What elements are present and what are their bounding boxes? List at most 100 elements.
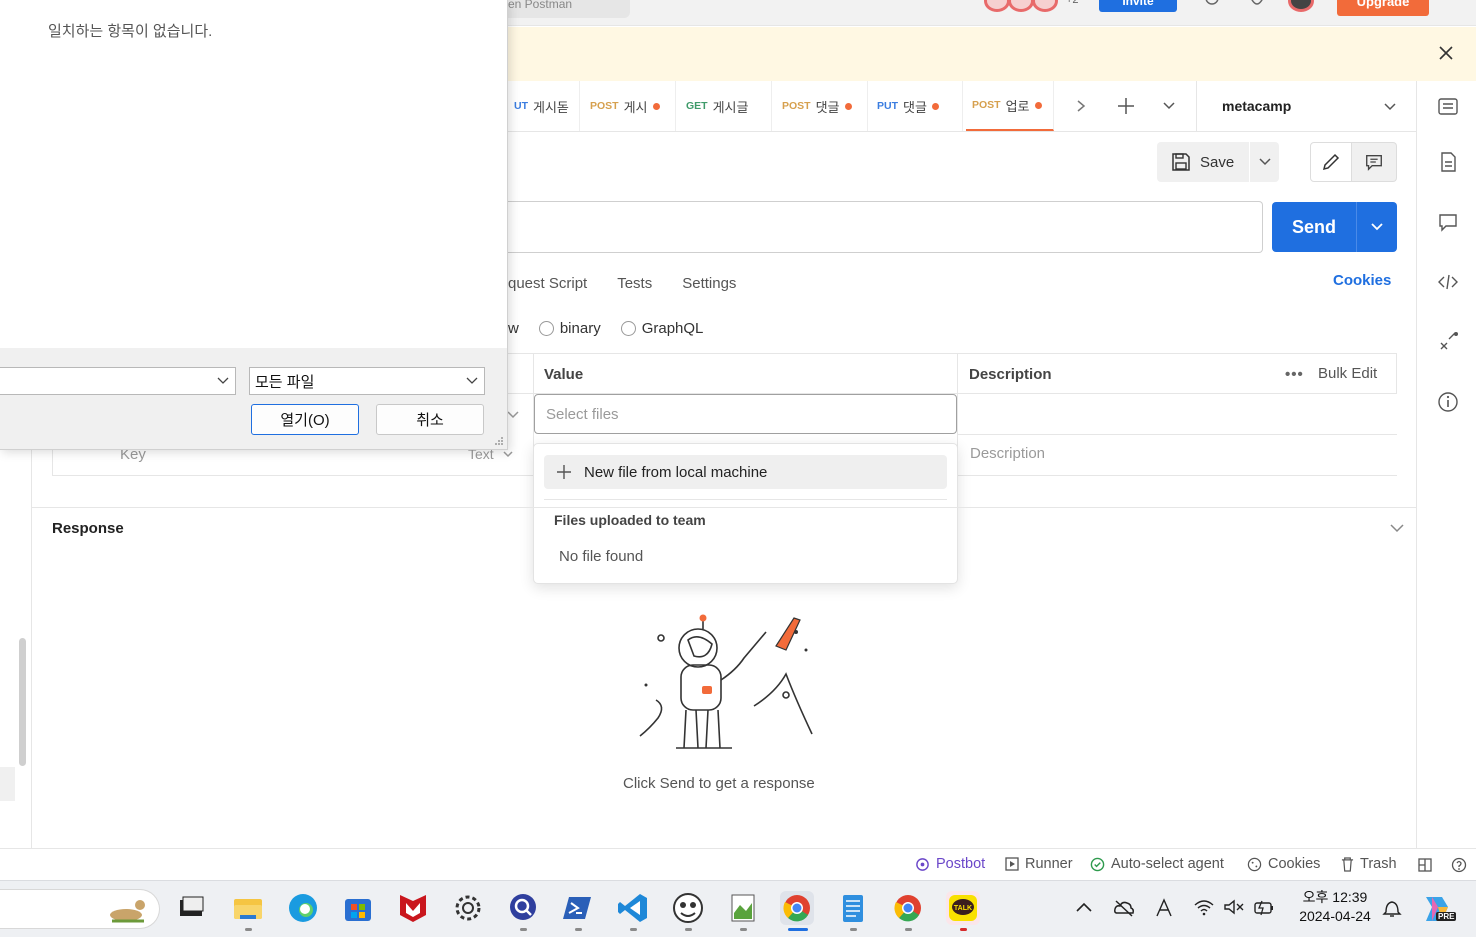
scrollbar[interactable]	[19, 638, 26, 766]
notepad-icon[interactable]	[836, 891, 870, 925]
tab-request[interactable]: POST 댓글	[776, 81, 868, 131]
send-button[interactable]: Send	[1272, 202, 1356, 252]
save-options-button[interactable]	[1250, 142, 1279, 182]
sidebar-item[interactable]	[0, 767, 15, 801]
app-indicator	[245, 928, 252, 931]
runner-button[interactable]: Runner	[1005, 856, 1073, 872]
vscode-icon[interactable]	[616, 891, 650, 925]
file-type-value: 모든 파일	[255, 373, 315, 391]
cancel-button[interactable]: 취소	[376, 404, 484, 435]
tab-request[interactable]: PUT 댓글	[871, 81, 963, 131]
cookies-button[interactable]: Cookies	[1247, 856, 1320, 872]
file-explorer-icon[interactable]	[231, 891, 265, 925]
code-icon[interactable]	[1437, 271, 1459, 293]
tab-label: 댓글	[903, 99, 927, 115]
layout-icon[interactable]	[1418, 858, 1432, 872]
search-app-icon[interactable]	[506, 891, 540, 925]
cookies-link[interactable]: Cookies	[1333, 272, 1391, 289]
copilot-icon[interactable]: PRE	[1420, 893, 1457, 925]
battery-icon[interactable]	[1253, 898, 1275, 916]
pane-divider[interactable]	[32, 507, 1416, 508]
environment-select[interactable]: metacamp	[1196, 81, 1416, 132]
powershell-icon[interactable]	[561, 891, 595, 925]
comments-button[interactable]	[1352, 142, 1397, 182]
filename-input[interactable]	[0, 367, 236, 395]
app-indicator	[740, 928, 747, 931]
bell-icon[interactable]	[1248, 0, 1266, 8]
invite-button[interactable]: Invite	[1099, 0, 1177, 12]
chevron-down-icon[interactable]	[1388, 519, 1406, 537]
edit-button[interactable]	[1310, 142, 1352, 182]
postbot-button[interactable]: Postbot	[915, 856, 985, 872]
tab-request-active[interactable]: POST 업로	[966, 81, 1054, 131]
help-icon[interactable]	[1451, 857, 1467, 873]
related-collections-icon[interactable]	[1437, 331, 1459, 353]
graphql-radio[interactable]	[620, 320, 636, 336]
bulk-edit-link[interactable]: Bulk Edit	[1318, 365, 1377, 382]
notification-icon[interactable]	[1382, 897, 1402, 919]
tab-request[interactable]: GET 게시글	[680, 81, 772, 131]
postbot-icon	[916, 857, 929, 871]
trash-icon	[1341, 856, 1354, 872]
task-view-icon[interactable]	[174, 891, 208, 925]
body-type-graphql-label[interactable]: GraphQL	[642, 320, 704, 337]
documentation-icon[interactable]	[1437, 151, 1459, 173]
notepad-app-icon[interactable]	[726, 891, 760, 925]
info-icon[interactable]	[1437, 391, 1459, 413]
trash-button[interactable]: Trash	[1341, 856, 1397, 872]
chevron-right-icon[interactable]	[1074, 98, 1088, 114]
body-type-raw-label[interactable]: w	[508, 320, 519, 337]
more-options-icon[interactable]: •••	[1285, 366, 1304, 383]
tab-method: UT	[514, 100, 528, 112]
upgrade-button[interactable]: Upgrade	[1337, 0, 1429, 16]
notification-banner	[508, 27, 1476, 81]
tab-pre-request-script[interactable]: quest Script	[508, 275, 587, 292]
row-divider	[957, 434, 1397, 435]
dialog-footer: 모든 파일 열기(O) 취소	[0, 348, 507, 449]
gear-icon[interactable]	[1202, 0, 1222, 8]
file-type-select[interactable]: 모든 파일	[249, 367, 485, 395]
onedrive-offline-icon[interactable]	[1113, 898, 1135, 918]
resize-grip-icon[interactable]	[494, 436, 504, 446]
store-icon[interactable]	[341, 891, 375, 925]
chevron-down-icon	[466, 377, 478, 384]
game-icon[interactable]	[671, 891, 705, 925]
description-input[interactable]: Description	[970, 445, 1045, 462]
close-icon[interactable]	[1436, 43, 1456, 63]
chevron-down-icon[interactable]	[1162, 99, 1176, 113]
chevron-down-icon[interactable]	[217, 376, 229, 386]
kakaotalk-icon[interactable]: TALK	[946, 891, 980, 925]
settings-gear-icon[interactable]	[451, 891, 485, 925]
url-input[interactable]	[508, 201, 1263, 253]
tab-request[interactable]: UT 게시돋	[508, 81, 580, 131]
system-clock[interactable]: 오후 12:39 2024-04-24	[1290, 888, 1380, 926]
check-circle-icon	[1090, 857, 1105, 871]
chevron-down-icon[interactable]	[506, 408, 520, 422]
taskbar-search[interactable]	[0, 889, 160, 929]
tab-settings[interactable]: Settings	[682, 275, 736, 292]
mcafee-icon[interactable]	[396, 891, 430, 925]
new-file-label: New file from local machine	[584, 463, 768, 481]
agent-select-button[interactable]: Auto-select agent	[1090, 856, 1224, 872]
environment-quicklook-icon[interactable]	[1437, 96, 1459, 118]
new-file-from-local-machine-button[interactable]: New file from local machine	[544, 455, 947, 489]
edge-icon[interactable]	[286, 891, 320, 925]
comment-icon[interactable]	[1437, 211, 1459, 233]
ime-icon[interactable]	[1154, 898, 1174, 918]
chrome-profile-icon[interactable]	[891, 891, 925, 925]
tab-label: 업로	[1005, 98, 1030, 114]
send-options-button[interactable]	[1356, 202, 1397, 252]
chevron-up-icon[interactable]	[1075, 900, 1093, 914]
open-button[interactable]: 열기(O)	[251, 404, 359, 435]
chrome-icon[interactable]	[780, 891, 814, 925]
binary-radio[interactable]	[538, 320, 554, 336]
select-files-input[interactable]: Select files	[534, 394, 957, 434]
plus-icon[interactable]	[1117, 97, 1135, 115]
search-input[interactable]: en Postman	[500, 0, 630, 18]
volume-muted-icon[interactable]	[1223, 898, 1245, 916]
tab-request[interactable]: POST 게시	[584, 81, 676, 131]
wifi-icon[interactable]	[1193, 898, 1215, 916]
tab-tests[interactable]: Tests	[617, 275, 652, 292]
body-type-binary-label[interactable]: binary	[560, 320, 601, 337]
save-button[interactable]: Save	[1157, 142, 1249, 182]
